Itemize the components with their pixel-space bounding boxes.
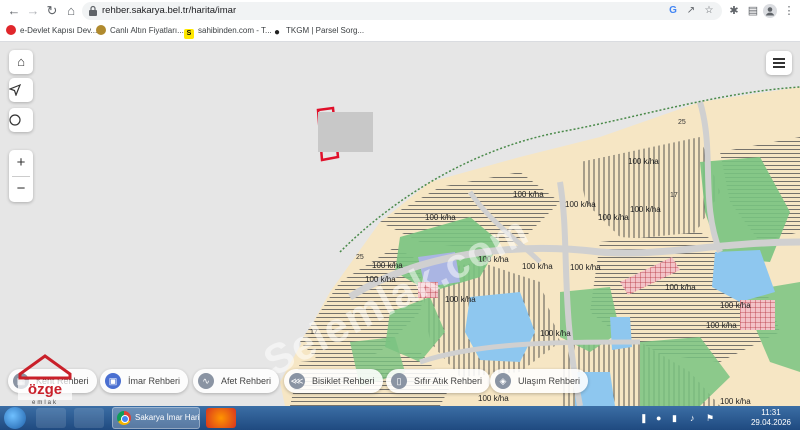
density-label: 100 k/ha — [720, 397, 751, 406]
kebab-menu-icon[interactable]: ⋮ — [781, 3, 797, 19]
location-pin-icon: ● — [273, 27, 281, 38]
url-text: rehber.sakarya.bel.tr/harita/imar — [102, 5, 237, 16]
guide-imar[interactable]: ▣ İmar Rehberi — [100, 369, 189, 393]
back-icon[interactable]: ← — [6, 3, 22, 19]
taskbar-chrome-window[interactable]: Sakarya İmar Hari... — [112, 407, 200, 429]
guide-ulasim[interactable]: ◈ Ulaşım Rehberi — [490, 369, 589, 393]
trash-icon: ▯ — [391, 373, 407, 389]
water-area — [610, 317, 632, 350]
guide-sifir-atik[interactable]: ▯ Sıfır Atık Rehberi — [386, 369, 491, 393]
density-label: 100 k/ha — [522, 262, 553, 271]
measure-button[interactable] — [9, 108, 33, 132]
divider — [12, 176, 30, 177]
taskbar: Sakarya İmar Hari... ❚ ● ▮ ♪ ⚑ 11:31 29.… — [0, 406, 800, 430]
bookmark-gold[interactable]: Canlı Altın Fiyatları... — [96, 24, 184, 38]
start-button[interactable] — [4, 407, 26, 429]
zoom-out-button[interactable]: − — [9, 176, 33, 202]
google-icon[interactable]: G — [666, 4, 680, 18]
network-icon[interactable]: ▮ — [672, 411, 677, 425]
bookmark-star-icon[interactable]: ☆ — [702, 4, 716, 18]
clock[interactable]: 11:31 29.04.2026 — [747, 408, 795, 428]
tray-app-icon[interactable]: ● — [656, 411, 661, 425]
reload-icon[interactable]: ↻ — [44, 3, 60, 19]
volume-icon[interactable]: ♪ — [690, 411, 695, 425]
clock-time: 11:31 — [761, 408, 781, 417]
compass-icon: ◈ — [495, 373, 511, 389]
bookmark-tkgm[interactable]: ● TKGM | Parsel Sorg... — [272, 24, 364, 38]
share-icon: ⋘ — [289, 373, 305, 389]
zoom-control: + − — [9, 150, 33, 202]
home-button[interactable]: ⌂ — [9, 50, 33, 74]
hamburger-icon — [773, 58, 785, 60]
forward-icon[interactable]: → — [25, 3, 41, 19]
density-label: 100 k/ha — [570, 263, 601, 272]
extensions-icon[interactable]: ✱ — [726, 3, 742, 19]
zoom-in-button[interactable]: + — [9, 150, 33, 176]
pulse-icon: ∿ — [198, 373, 214, 389]
navigate-icon — [9, 84, 21, 96]
firefox-icon[interactable] — [206, 408, 236, 428]
building-icon: ▣ — [105, 373, 121, 389]
density-label: 100 k/ha — [628, 157, 659, 166]
density-label: 100 k/ha — [478, 394, 509, 403]
menu-button[interactable] — [766, 51, 792, 75]
sahibinden-icon: S — [184, 29, 194, 39]
density-label: 100 k/ha — [630, 205, 661, 214]
density-label: 100 k/ha — [665, 283, 696, 292]
flag-icon[interactable]: ⚑ — [706, 411, 714, 425]
map-canvas: 100 k/ha 100 k/ha 100 k/ha 100 k/ha 100 … — [280, 86, 800, 406]
bookmark-sahibinden[interactable]: Ssahibinden.com - T... — [184, 24, 272, 39]
bluetooth-icon[interactable]: ❚ — [640, 411, 648, 425]
clock-date: 29.04.2026 — [750, 418, 792, 427]
guide-afet[interactable]: ∿ Afet Rehberi — [193, 369, 280, 393]
home-icon[interactable]: ⌂ — [63, 3, 79, 19]
sidepanel-icon[interactable]: ▤ — [745, 3, 761, 19]
lock-icon — [89, 5, 97, 16]
contour-label: 17 — [670, 192, 678, 199]
density-label: 100 k/ha — [598, 213, 629, 222]
contour-label: 25 — [356, 254, 364, 261]
density-label: 100 k/ha — [513, 190, 544, 199]
density-label: 100 k/ha — [540, 329, 571, 338]
locate-button[interactable] — [9, 78, 33, 102]
density-label: 100 k/ha — [720, 301, 751, 310]
address-bar[interactable]: rehber.sakarya.bel.tr/harita/imar G ↗ ☆ — [82, 2, 722, 20]
contour-label: 25 — [678, 119, 686, 126]
bookmark-edevlet[interactable]: e-Devlet Kapısı Dev... — [6, 24, 97, 38]
share-icon[interactable]: ↗ — [684, 4, 698, 18]
gold-icon — [96, 25, 106, 35]
browser-chrome: ← → ↻ ⌂ rehber.sakarya.bel.tr/harita/ima… — [0, 0, 800, 42]
ozge-emlak-logo: özge emlak — [14, 352, 76, 406]
density-label: 100 k/ha — [565, 200, 596, 209]
chrome-icon — [117, 411, 131, 425]
logo-brand: özge — [28, 381, 62, 398]
zoning-map[interactable]: 100 k/ha 100 k/ha 100 k/ha 100 k/ha 100 … — [0, 42, 800, 406]
explorer-icon[interactable] — [74, 408, 104, 428]
guide-bisiklet[interactable]: ⋘ Bisiklet Rehberi — [284, 369, 383, 393]
profile-icon[interactable] — [762, 3, 778, 19]
density-label: 100 k/ha — [706, 321, 737, 330]
density-label: 100 k/ha — [425, 213, 456, 222]
edevlet-icon — [6, 25, 16, 35]
redacted-area — [318, 112, 373, 152]
home-icon: ⌂ — [17, 54, 25, 69]
circle-icon — [9, 114, 21, 126]
density-label: 100 k/ha — [445, 295, 476, 304]
media-player-icon[interactable] — [36, 408, 66, 428]
